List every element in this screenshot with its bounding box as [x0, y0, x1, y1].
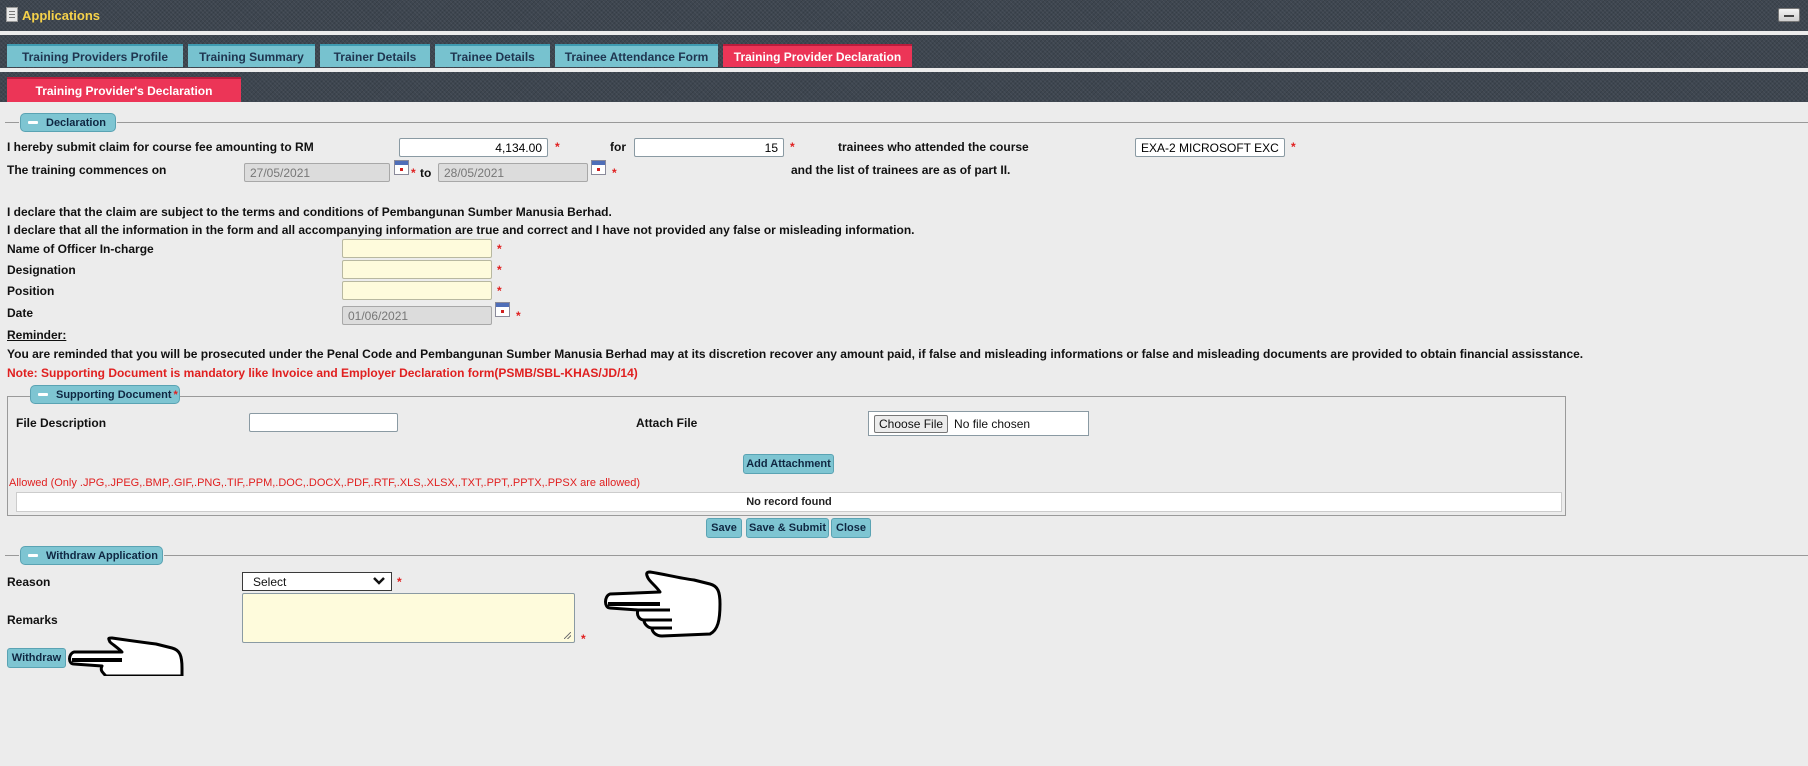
subtab-bar: Training Provider's Declaration [0, 72, 1808, 102]
remarks-textarea[interactable] [242, 593, 575, 643]
no-file-text: No file chosen [954, 416, 1031, 431]
end-date-input[interactable] [438, 163, 588, 182]
remarks-label: Remarks [7, 613, 58, 627]
required-marker: * [516, 309, 521, 323]
date-label: Date [7, 306, 34, 320]
choose-file-button[interactable]: Choose File [874, 414, 949, 433]
required-marker: * [581, 632, 586, 646]
required-marker: * [497, 242, 502, 256]
commence-label: The training commences on [7, 163, 167, 177]
date-input[interactable] [342, 306, 492, 325]
designation-input[interactable] [342, 260, 492, 279]
required-marker: * [497, 263, 502, 277]
terms-text: I declare that the claim are subject to … [7, 205, 612, 219]
withdraw-button[interactable]: Withdraw [7, 648, 66, 668]
tab-trainee-attendance-form[interactable]: Trainee Attendance Form [555, 44, 718, 67]
tab-training-providers-profile[interactable]: Training Providers Profile [7, 44, 183, 67]
required-marker: * [790, 140, 795, 154]
tab-training-provider-declaration[interactable]: Training Provider Declaration [723, 44, 912, 67]
divider [164, 555, 1808, 556]
reason-label: Reason [7, 575, 51, 589]
collapse-icon [28, 554, 38, 557]
claim-label: I hereby submit claim for course fee amo… [7, 140, 314, 154]
course-input[interactable] [1135, 138, 1285, 157]
officer-name-input[interactable] [342, 239, 492, 258]
save-button[interactable]: Save [706, 518, 742, 538]
reminder-link: Reminder: [7, 328, 67, 342]
officer-label: Name of Officer In-charge [7, 242, 154, 256]
save-and-submit-button[interactable]: Save & Submit [746, 518, 829, 538]
list-label: and the list of trainees are as of part … [791, 163, 1011, 177]
position-label: Position [7, 284, 55, 298]
start-date-input[interactable] [244, 163, 390, 182]
designation-label: Designation [7, 263, 76, 277]
window-title: Applications [22, 8, 101, 23]
note-text: Note: Supporting Document is mandatory l… [7, 366, 638, 380]
reason-select[interactable]: Select [242, 572, 392, 591]
collapse-icon [28, 121, 38, 124]
title-bar: Applications [0, 0, 1808, 31]
file-description-label: File Description [16, 416, 107, 430]
tab-trainer-details[interactable]: Trainer Details [320, 44, 430, 67]
divider [5, 122, 19, 123]
legend-label: Supporting Document [56, 388, 172, 401]
pointing-hand-icon [68, 636, 184, 676]
trainees-label: trainees who attended the course [838, 140, 1029, 154]
legend-label: Declaration [46, 116, 106, 129]
divider [5, 555, 19, 556]
claim-amount-input[interactable] [399, 138, 548, 157]
trainees-count-input[interactable] [634, 138, 784, 157]
supporting-document-legend[interactable]: Supporting Document * [30, 385, 180, 404]
required-marker: * [555, 140, 560, 154]
add-attachment-button[interactable]: Add Attachment [743, 454, 834, 474]
close-button[interactable]: Close [831, 518, 871, 538]
for-label: for [610, 140, 626, 154]
tab-training-summary[interactable]: Training Summary [188, 44, 315, 67]
reminder-label: Reminder: [7, 328, 66, 342]
position-input[interactable] [342, 281, 492, 300]
calendar-icon[interactable] [591, 160, 606, 175]
required-marker: * [497, 284, 502, 298]
subtab-training-providers-declaration[interactable]: Training Provider's Declaration [7, 77, 241, 102]
collapse-icon [38, 393, 48, 396]
file-picker[interactable]: Choose File No file chosen [868, 411, 1089, 436]
divider [117, 122, 1808, 123]
calendar-icon[interactable] [394, 160, 409, 175]
required-marker: * [411, 166, 416, 180]
reason-selected-value: Select [253, 574, 287, 589]
true-text: I declare that all the information in th… [7, 223, 915, 237]
withdraw-application-legend[interactable]: Withdraw Application [20, 546, 163, 565]
attach-file-label: Attach File [636, 416, 698, 430]
tab-bar: Training Providers Profile Training Summ… [0, 35, 1808, 68]
allowed-types-text: Allowed (Only .JPG,.JPEG,.BMP,.GIF,.PNG,… [9, 477, 641, 489]
pointing-hand-icon [604, 570, 722, 638]
calendar-icon[interactable] [495, 302, 510, 317]
tab-trainee-details[interactable]: Trainee Details [435, 44, 550, 67]
required-marker: * [1291, 140, 1296, 154]
document-icon [6, 7, 18, 22]
attachments-table-empty: No record found [16, 492, 1562, 512]
legend-label: Withdraw Application [46, 549, 158, 562]
required-marker: * [612, 166, 617, 180]
chevron-down-icon [373, 577, 385, 585]
to-label: to [420, 166, 432, 180]
declaration-legend[interactable]: Declaration [20, 113, 116, 132]
required-marker: * [173, 388, 178, 401]
reminder-text: You are reminded that you will be prosec… [7, 347, 1584, 361]
file-description-input[interactable] [249, 413, 398, 432]
minimize-button[interactable] [1778, 8, 1800, 22]
required-marker: * [397, 575, 402, 589]
